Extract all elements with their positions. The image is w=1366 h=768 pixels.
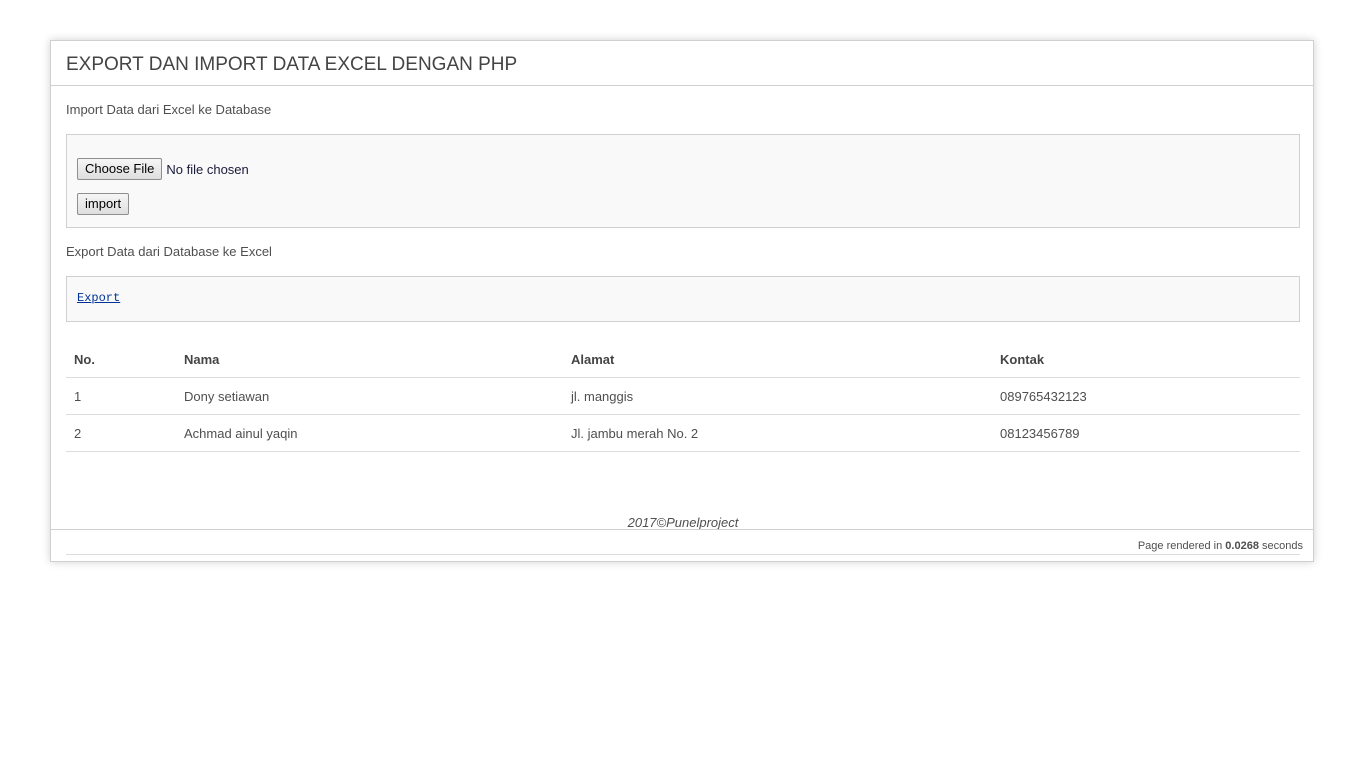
- column-header-kontak: Kontak: [992, 341, 1300, 378]
- export-link[interactable]: Export: [77, 291, 120, 305]
- import-form-box: Choose File No file chosen import: [66, 134, 1300, 228]
- page-title: EXPORT DAN IMPORT DATA EXCEL DENGAN PHP: [51, 41, 1313, 86]
- choose-file-button[interactable]: Choose File: [77, 158, 163, 180]
- cell-nama: Dony setiawan: [176, 377, 563, 415]
- column-header-nama: Nama: [176, 341, 563, 378]
- cell-nama: Achmad ainul yaqin: [176, 414, 563, 452]
- content-body: Import Data dari Excel ke Database Choos…: [51, 86, 1313, 555]
- file-input[interactable]: Choose File No file chosen: [77, 158, 249, 180]
- cell-kontak: 089765432123: [992, 377, 1300, 415]
- cell-alamat: Jl. jambu merah No. 2: [563, 414, 992, 452]
- export-box: Export: [66, 276, 1300, 322]
- file-status-text: No file chosen: [166, 161, 249, 177]
- render-time: 0.0268: [1225, 540, 1259, 552]
- cell-no: 1: [66, 377, 176, 415]
- copyright-text: 2017©Punelproject: [627, 515, 739, 530]
- cell-alamat: jl. manggis: [563, 377, 992, 415]
- render-suffix: seconds: [1262, 540, 1303, 552]
- import-button[interactable]: import: [77, 193, 130, 215]
- data-table: No. Nama Alamat Kontak 1 Dony setiawan j…: [66, 341, 1300, 452]
- table-row: 2 Achmad ainul yaqin Jl. jambu merah No.…: [66, 414, 1300, 452]
- render-prefix: Page rendered in: [1137, 540, 1223, 552]
- import-section-label: Import Data dari Excel ke Database: [66, 102, 272, 117]
- table-row: 1 Dony setiawan jl. manggis 089765432123: [66, 377, 1300, 415]
- export-section-label: Export Data dari Database ke Excel: [66, 244, 272, 259]
- column-header-no: No.: [66, 341, 176, 378]
- cell-kontak: 08123456789: [992, 414, 1300, 452]
- table-header-row: No. Nama Alamat Kontak: [66, 341, 1300, 378]
- main-container: EXPORT DAN IMPORT DATA EXCEL DENGAN PHP …: [50, 40, 1314, 562]
- page-footer: Page rendered in 0.0268 seconds: [51, 529, 1313, 561]
- cell-no: 2: [66, 414, 176, 452]
- column-header-alamat: Alamat: [563, 341, 992, 378]
